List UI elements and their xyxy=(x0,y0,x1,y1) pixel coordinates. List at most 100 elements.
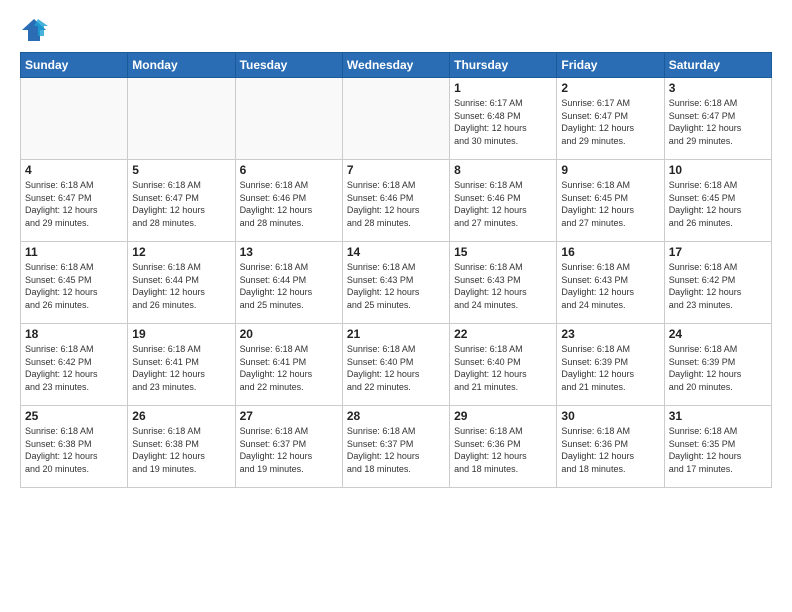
day-number: 2 xyxy=(561,81,659,95)
day-info: Sunrise: 6:18 AM Sunset: 6:47 PM Dayligh… xyxy=(25,179,123,229)
calendar-day: 8 Sunrise: 6:18 AM Sunset: 6:46 PM Daylig… xyxy=(450,160,557,242)
day-number: 22 xyxy=(454,327,552,341)
day-info: Sunrise: 6:18 AM Sunset: 6:44 PM Dayligh… xyxy=(240,261,338,311)
header-day: Sunday xyxy=(21,53,128,78)
day-number: 21 xyxy=(347,327,445,341)
calendar-day xyxy=(235,78,342,160)
day-info: Sunrise: 6:18 AM Sunset: 6:46 PM Dayligh… xyxy=(240,179,338,229)
header-day: Thursday xyxy=(450,53,557,78)
calendar: SundayMondayTuesdayWednesdayThursdayFrid… xyxy=(20,52,772,488)
day-number: 14 xyxy=(347,245,445,259)
day-info: Sunrise: 6:18 AM Sunset: 6:39 PM Dayligh… xyxy=(561,343,659,393)
day-number: 9 xyxy=(561,163,659,177)
day-number: 6 xyxy=(240,163,338,177)
page: SundayMondayTuesdayWednesdayThursdayFrid… xyxy=(0,0,792,612)
day-info: Sunrise: 6:18 AM Sunset: 6:38 PM Dayligh… xyxy=(132,425,230,475)
day-info: Sunrise: 6:18 AM Sunset: 6:39 PM Dayligh… xyxy=(669,343,767,393)
day-info: Sunrise: 6:17 AM Sunset: 6:47 PM Dayligh… xyxy=(561,97,659,147)
header-day: Wednesday xyxy=(342,53,449,78)
day-info: Sunrise: 6:18 AM Sunset: 6:44 PM Dayligh… xyxy=(132,261,230,311)
day-number: 29 xyxy=(454,409,552,423)
calendar-day: 24 Sunrise: 6:18 AM Sunset: 6:39 PM Dayli… xyxy=(664,324,771,406)
calendar-day xyxy=(128,78,235,160)
calendar-day: 23 Sunrise: 6:18 AM Sunset: 6:39 PM Dayli… xyxy=(557,324,664,406)
header-day: Saturday xyxy=(664,53,771,78)
calendar-day: 15 Sunrise: 6:18 AM Sunset: 6:43 PM Dayli… xyxy=(450,242,557,324)
day-info: Sunrise: 6:18 AM Sunset: 6:38 PM Dayligh… xyxy=(25,425,123,475)
day-info: Sunrise: 6:18 AM Sunset: 6:46 PM Dayligh… xyxy=(347,179,445,229)
calendar-day: 6 Sunrise: 6:18 AM Sunset: 6:46 PM Daylig… xyxy=(235,160,342,242)
calendar-day: 12 Sunrise: 6:18 AM Sunset: 6:44 PM Dayli… xyxy=(128,242,235,324)
day-number: 4 xyxy=(25,163,123,177)
calendar-day: 29 Sunrise: 6:18 AM Sunset: 6:36 PM Dayli… xyxy=(450,406,557,488)
calendar-day: 18Sunrise: 6:18 AM Sunset: 6:42 PM Dayli… xyxy=(21,324,128,406)
calendar-day: 19Sunrise: 6:18 AM Sunset: 6:41 PM Dayli… xyxy=(128,324,235,406)
day-number: 3 xyxy=(669,81,767,95)
day-number: 10 xyxy=(669,163,767,177)
day-info: Sunrise: 6:18 AM Sunset: 6:40 PM Dayligh… xyxy=(454,343,552,393)
day-info: Sunrise: 6:18 AM Sunset: 6:43 PM Dayligh… xyxy=(561,261,659,311)
calendar-week: 4 Sunrise: 6:18 AM Sunset: 6:47 PM Daylig… xyxy=(21,160,772,242)
calendar-day: 5 Sunrise: 6:18 AM Sunset: 6:47 PM Daylig… xyxy=(128,160,235,242)
calendar-day: 4 Sunrise: 6:18 AM Sunset: 6:47 PM Daylig… xyxy=(21,160,128,242)
day-number: 18 xyxy=(25,327,123,341)
day-info: Sunrise: 6:18 AM Sunset: 6:45 PM Dayligh… xyxy=(561,179,659,229)
day-info: Sunrise: 6:18 AM Sunset: 6:36 PM Dayligh… xyxy=(454,425,552,475)
day-number: 17 xyxy=(669,245,767,259)
calendar-day: 27Sunrise: 6:18 AM Sunset: 6:37 PM Dayli… xyxy=(235,406,342,488)
day-info: Sunrise: 6:18 AM Sunset: 6:47 PM Dayligh… xyxy=(132,179,230,229)
calendar-week: 18Sunrise: 6:18 AM Sunset: 6:42 PM Dayli… xyxy=(21,324,772,406)
day-number: 25 xyxy=(25,409,123,423)
day-number: 26 xyxy=(132,409,230,423)
day-number: 1 xyxy=(454,81,552,95)
calendar-day: 25 Sunrise: 6:18 AM Sunset: 6:38 PM Dayli… xyxy=(21,406,128,488)
logo xyxy=(20,16,52,44)
calendar-body: 1 Sunrise: 6:17 AM Sunset: 6:48 PM Daylig… xyxy=(21,78,772,488)
calendar-day: 22 Sunrise: 6:18 AM Sunset: 6:40 PM Dayli… xyxy=(450,324,557,406)
calendar-week: 11 Sunrise: 6:18 AM Sunset: 6:45 PM Dayli… xyxy=(21,242,772,324)
day-number: 24 xyxy=(669,327,767,341)
calendar-day: 17Sunrise: 6:18 AM Sunset: 6:42 PM Dayli… xyxy=(664,242,771,324)
calendar-day: 20 Sunrise: 6:18 AM Sunset: 6:41 PM Dayli… xyxy=(235,324,342,406)
header-day: Tuesday xyxy=(235,53,342,78)
day-info: Sunrise: 6:18 AM Sunset: 6:37 PM Dayligh… xyxy=(240,425,338,475)
calendar-day: 26 Sunrise: 6:18 AM Sunset: 6:38 PM Dayli… xyxy=(128,406,235,488)
calendar-day: 21 Sunrise: 6:18 AM Sunset: 6:40 PM Dayli… xyxy=(342,324,449,406)
calendar-day: 7Sunrise: 6:18 AM Sunset: 6:46 PM Daylig… xyxy=(342,160,449,242)
day-number: 20 xyxy=(240,327,338,341)
day-number: 11 xyxy=(25,245,123,259)
day-number: 23 xyxy=(561,327,659,341)
calendar-day xyxy=(342,78,449,160)
calendar-day: 13 Sunrise: 6:18 AM Sunset: 6:44 PM Dayli… xyxy=(235,242,342,324)
day-info: Sunrise: 6:18 AM Sunset: 6:35 PM Dayligh… xyxy=(669,425,767,475)
day-info: Sunrise: 6:18 AM Sunset: 6:43 PM Dayligh… xyxy=(454,261,552,311)
calendar-day: 11 Sunrise: 6:18 AM Sunset: 6:45 PM Dayli… xyxy=(21,242,128,324)
day-number: 8 xyxy=(454,163,552,177)
day-number: 12 xyxy=(132,245,230,259)
day-info: Sunrise: 6:17 AM Sunset: 6:48 PM Dayligh… xyxy=(454,97,552,147)
day-info: Sunrise: 6:18 AM Sunset: 6:46 PM Dayligh… xyxy=(454,179,552,229)
calendar-week: 25 Sunrise: 6:18 AM Sunset: 6:38 PM Dayli… xyxy=(21,406,772,488)
day-info: Sunrise: 6:18 AM Sunset: 6:40 PM Dayligh… xyxy=(347,343,445,393)
day-number: 5 xyxy=(132,163,230,177)
calendar-day: 30 Sunrise: 6:18 AM Sunset: 6:36 PM Dayli… xyxy=(557,406,664,488)
day-number: 13 xyxy=(240,245,338,259)
day-info: Sunrise: 6:18 AM Sunset: 6:45 PM Dayligh… xyxy=(25,261,123,311)
day-number: 30 xyxy=(561,409,659,423)
day-info: Sunrise: 6:18 AM Sunset: 6:37 PM Dayligh… xyxy=(347,425,445,475)
calendar-day: 16Sunrise: 6:18 AM Sunset: 6:43 PM Dayli… xyxy=(557,242,664,324)
header-day: Friday xyxy=(557,53,664,78)
logo-icon xyxy=(20,16,48,44)
calendar-day: 10Sunrise: 6:18 AM Sunset: 6:45 PM Dayli… xyxy=(664,160,771,242)
calendar-day: 1 Sunrise: 6:17 AM Sunset: 6:48 PM Daylig… xyxy=(450,78,557,160)
calendar-day: 31Sunrise: 6:18 AM Sunset: 6:35 PM Dayli… xyxy=(664,406,771,488)
calendar-day: 14Sunrise: 6:18 AM Sunset: 6:43 PM Dayli… xyxy=(342,242,449,324)
calendar-day: 3 Sunrise: 6:18 AM Sunset: 6:47 PM Daylig… xyxy=(664,78,771,160)
day-number: 19 xyxy=(132,327,230,341)
day-number: 15 xyxy=(454,245,552,259)
header xyxy=(20,16,772,44)
day-info: Sunrise: 6:18 AM Sunset: 6:47 PM Dayligh… xyxy=(669,97,767,147)
day-info: Sunrise: 6:18 AM Sunset: 6:36 PM Dayligh… xyxy=(561,425,659,475)
calendar-day: 9 Sunrise: 6:18 AM Sunset: 6:45 PM Daylig… xyxy=(557,160,664,242)
day-info: Sunrise: 6:18 AM Sunset: 6:41 PM Dayligh… xyxy=(240,343,338,393)
